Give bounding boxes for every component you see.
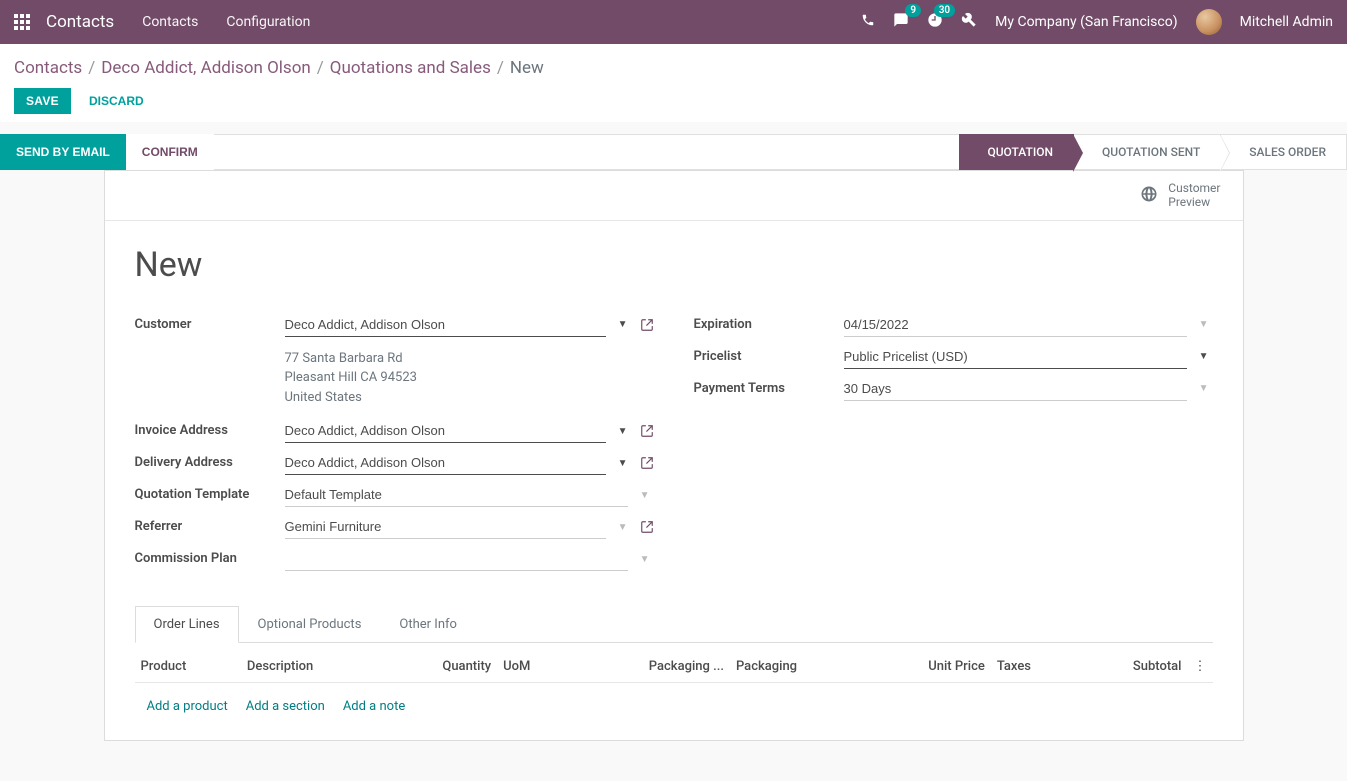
col-taxes[interactable]: Taxes <box>991 651 1076 683</box>
dropdown-icon[interactable]: ▼ <box>1195 319 1213 330</box>
confirm-button[interactable]: CONFIRM <box>126 134 214 170</box>
apps-icon[interactable] <box>14 14 30 30</box>
external-link-icon[interactable] <box>640 456 654 470</box>
wrench-icon[interactable] <box>961 12 977 32</box>
payment-terms-label: Payment Terms <box>694 377 844 396</box>
menu-contacts[interactable]: Contacts <box>142 14 198 30</box>
customer-label: Customer <box>135 313 285 332</box>
send-by-email-button[interactable]: SEND BY EMAIL <box>0 134 126 170</box>
dropdown-icon[interactable]: ▼ <box>1195 383 1213 394</box>
dropdown-icon[interactable]: ▼ <box>636 490 654 501</box>
customer-field[interactable] <box>285 313 606 337</box>
breadcrumb-current: New <box>510 58 544 78</box>
dropdown-icon[interactable]: ▼ <box>636 554 654 565</box>
save-button[interactable]: SAVE <box>14 88 71 114</box>
page-title: New <box>135 245 1213 285</box>
external-link-icon[interactable] <box>640 520 654 534</box>
breadcrumb-contacts[interactable]: Contacts <box>14 58 82 78</box>
tab-other-info[interactable]: Other Info <box>380 606 476 643</box>
delivery-address-label: Delivery Address <box>135 451 285 470</box>
tab-order-lines[interactable]: Order Lines <box>135 606 239 643</box>
commission-plan-field[interactable] <box>285 547 628 571</box>
col-subtotal[interactable]: Subtotal <box>1076 651 1188 683</box>
menu-configuration[interactable]: Configuration <box>226 14 310 30</box>
user-menu[interactable]: Mitchell Admin <box>1240 14 1333 30</box>
discard-button[interactable]: DISCARD <box>85 88 148 114</box>
activities-icon[interactable]: 30 <box>927 12 943 32</box>
dropdown-icon[interactable]: ▼ <box>614 319 632 330</box>
commission-plan-label: Commission Plan <box>135 547 285 566</box>
phone-icon[interactable] <box>861 13 875 31</box>
col-quantity[interactable]: Quantity <box>385 651 497 683</box>
customer-address: 77 Santa Barbara Rd Pleasant Hill CA 945… <box>285 345 417 414</box>
external-link-icon[interactable] <box>640 318 654 332</box>
dropdown-icon[interactable]: ▼ <box>614 426 632 437</box>
add-section-link[interactable]: Add a section <box>246 699 325 714</box>
dropdown-icon[interactable]: ▼ <box>614 458 632 469</box>
kebab-icon[interactable]: ⋮ <box>1188 651 1213 683</box>
referrer-label: Referrer <box>135 515 285 534</box>
breadcrumb-quotations[interactable]: Quotations and Sales <box>330 58 491 78</box>
pricelist-label: Pricelist <box>694 345 844 364</box>
delivery-address-field[interactable] <box>285 451 606 475</box>
module-title[interactable]: Contacts <box>46 12 114 32</box>
dropdown-icon[interactable]: ▼ <box>1195 351 1213 362</box>
messages-badge: 9 <box>905 4 921 17</box>
col-uom[interactable]: UoM <box>497 651 569 683</box>
col-description[interactable]: Description <box>241 651 385 683</box>
payment-terms-field[interactable] <box>844 377 1187 401</box>
messages-icon[interactable]: 9 <box>893 12 909 32</box>
customer-preview-button[interactable]: Customer Preview <box>1136 177 1224 214</box>
breadcrumb: Contacts/Deco Addict, Addison Olson/Quot… <box>14 58 1333 78</box>
col-unit-price[interactable]: Unit Price <box>865 651 991 683</box>
activities-badge: 30 <box>934 4 955 17</box>
add-product-link[interactable]: Add a product <box>147 699 228 714</box>
quotation-template-label: Quotation Template <box>135 483 285 502</box>
dropdown-icon[interactable]: ▼ <box>614 522 632 533</box>
stage-quotation-sent[interactable]: QUOTATION SENT <box>1074 134 1221 170</box>
referrer-field[interactable] <box>285 515 606 539</box>
col-packaging[interactable]: Packaging <box>730 651 865 683</box>
expiration-label: Expiration <box>694 313 844 332</box>
external-link-icon[interactable] <box>640 424 654 438</box>
tab-optional-products[interactable]: Optional Products <box>239 606 381 643</box>
add-note-link[interactable]: Add a note <box>343 699 405 714</box>
breadcrumb-contact[interactable]: Deco Addict, Addison Olson <box>101 58 311 78</box>
globe-icon <box>1140 185 1158 206</box>
preview-line1: Customer <box>1168 181 1220 195</box>
quotation-template-field[interactable] <box>285 483 628 507</box>
preview-line2: Preview <box>1168 195 1220 209</box>
col-product[interactable]: Product <box>135 651 241 683</box>
expiration-field[interactable] <box>844 313 1187 337</box>
invoice-address-label: Invoice Address <box>135 419 285 438</box>
col-packaging-qty[interactable]: Packaging ... <box>569 651 730 683</box>
avatar[interactable] <box>1196 9 1222 35</box>
stage-quotation[interactable]: QUOTATION <box>959 134 1074 170</box>
invoice-address-field[interactable] <box>285 419 606 443</box>
stage-sales-order[interactable]: SALES ORDER <box>1221 134 1347 170</box>
company-selector[interactable]: My Company (San Francisco) <box>995 14 1177 30</box>
pricelist-field[interactable] <box>844 345 1187 369</box>
